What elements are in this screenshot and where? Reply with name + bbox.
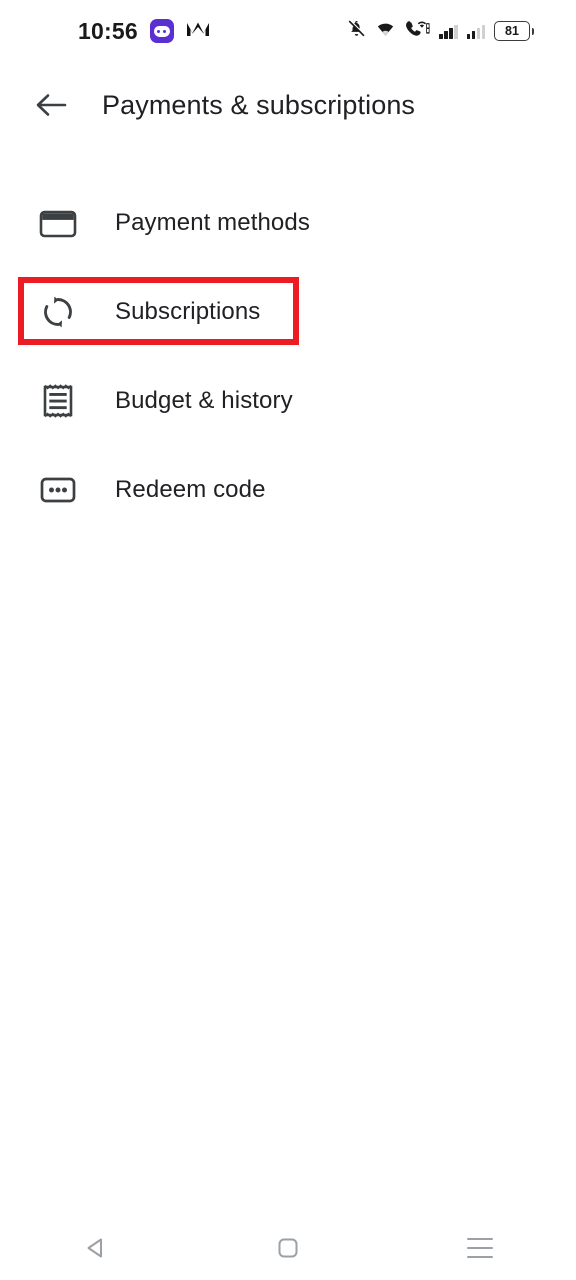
list-item-label: Subscriptions bbox=[115, 297, 261, 325]
nav-back-button[interactable] bbox=[0, 1234, 192, 1262]
status-bar: 10:56 81 bbox=[0, 0, 576, 62]
discord-app-icon bbox=[149, 19, 174, 43]
monzo-app-icon bbox=[186, 20, 210, 43]
status-bar-right: 81 bbox=[347, 19, 554, 43]
autorenew-icon bbox=[34, 294, 82, 330]
system-navigation-bar bbox=[0, 1216, 576, 1280]
nav-home-button[interactable] bbox=[192, 1235, 384, 1261]
battery-indicator: 81 bbox=[494, 21, 534, 41]
vowifi-call-icon bbox=[405, 19, 430, 43]
list-item-label: Redeem code bbox=[115, 475, 266, 503]
receipt-icon bbox=[34, 383, 82, 419]
notifications-off-icon bbox=[347, 19, 366, 43]
back-button[interactable] bbox=[22, 90, 80, 120]
wifi-icon bbox=[375, 20, 396, 42]
list-item-payment-methods[interactable]: Payment methods bbox=[0, 178, 576, 267]
list-item-redeem-code[interactable]: Redeem code bbox=[0, 445, 576, 534]
list-item-label: Payment methods bbox=[115, 208, 310, 236]
triangle-left-icon bbox=[87, 1238, 102, 1258]
app-bar: Payments & subscriptions bbox=[0, 62, 576, 148]
settings-list: Payment methods Subscriptions Budget & h bbox=[0, 178, 576, 534]
list-item-label: Budget & history bbox=[115, 386, 293, 414]
list-item-subscriptions[interactable]: Subscriptions bbox=[0, 267, 576, 356]
page-title: Payments & subscriptions bbox=[102, 89, 416, 120]
square-home-icon bbox=[278, 1238, 298, 1258]
battery-level-text: 81 bbox=[505, 23, 519, 38]
nav-recents-button[interactable] bbox=[384, 1238, 576, 1258]
redeem-code-icon bbox=[34, 475, 82, 505]
hamburger-recents-icon bbox=[467, 1238, 493, 1258]
signal-bars-sim1-icon bbox=[439, 23, 458, 39]
arrow-left-icon bbox=[36, 94, 67, 116]
list-item-budget-history[interactable]: Budget & history bbox=[0, 356, 576, 445]
signal-bars-sim2-icon bbox=[466, 23, 485, 39]
status-clock: 10:56 bbox=[78, 17, 138, 44]
credit-card-icon bbox=[34, 208, 82, 238]
status-bar-left: 10:56 bbox=[22, 18, 210, 45]
